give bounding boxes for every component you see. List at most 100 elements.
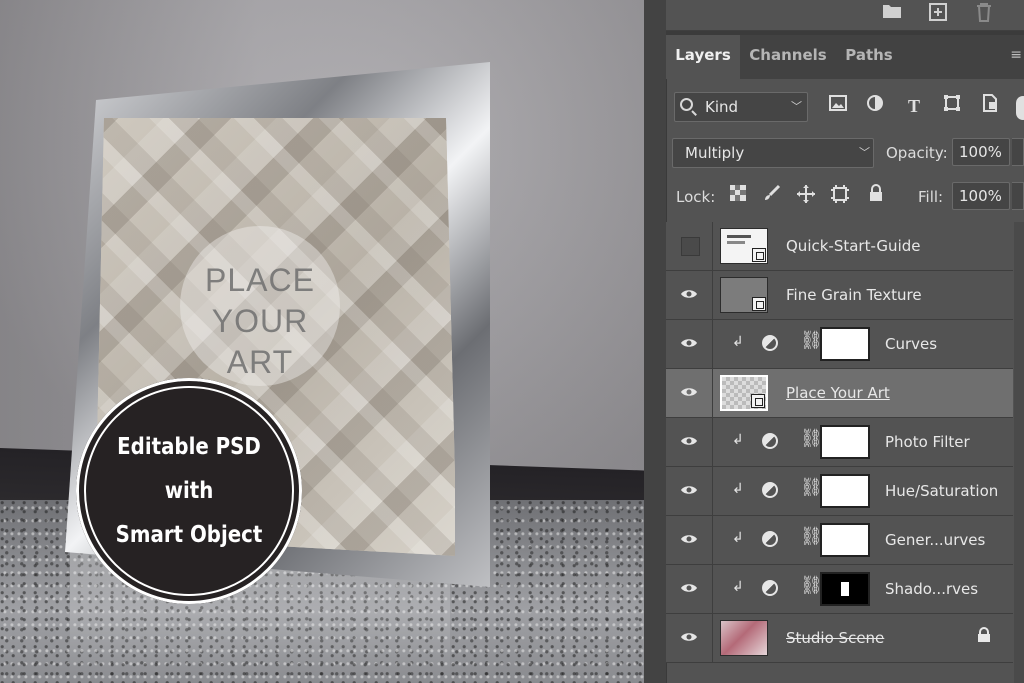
filter-shape-icon[interactable] bbox=[940, 94, 964, 118]
chevron-down-icon: ﹀ bbox=[859, 146, 870, 159]
blend-mode-value: Multiply bbox=[685, 144, 745, 162]
layer-mask-thumbnail[interactable] bbox=[820, 572, 870, 606]
layer-mask-thumbnail[interactable] bbox=[820, 425, 870, 459]
placeholder-text-line: YOUR bbox=[211, 303, 309, 339]
layer-name[interactable]: Photo Filter bbox=[885, 433, 970, 451]
visibility-toggle[interactable] bbox=[666, 222, 713, 270]
layer-thumbnail bbox=[720, 228, 768, 264]
search-icon bbox=[680, 98, 693, 111]
placeholder-text-line: PLACE bbox=[205, 262, 315, 298]
panel-menu-icon[interactable]: ≡ bbox=[1010, 47, 1022, 63]
eye-icon bbox=[681, 486, 697, 494]
adjustment-layer-icon bbox=[762, 433, 778, 449]
smart-object-icon bbox=[752, 297, 766, 311]
badge-text-line: Smart Object bbox=[115, 522, 263, 548]
layer-row-place-your-art[interactable]: Place Your Art bbox=[666, 369, 1013, 418]
layer-thumbnail bbox=[720, 277, 768, 313]
visibility-off-box bbox=[681, 237, 700, 256]
layer-mask-thumbnail[interactable] bbox=[820, 474, 870, 508]
eye-icon bbox=[681, 535, 697, 543]
layer-name[interactable]: Gener...urves bbox=[885, 531, 985, 549]
filter-type-icon[interactable]: T bbox=[902, 94, 926, 118]
visibility-toggle[interactable] bbox=[666, 369, 713, 417]
clipping-mask-icon: ↲ bbox=[732, 432, 744, 448]
trash-icon[interactable] bbox=[974, 2, 994, 22]
layer-name[interactable]: Fine Grain Texture bbox=[786, 286, 922, 304]
eye-icon bbox=[681, 584, 697, 592]
adjustment-layer-icon bbox=[762, 580, 778, 596]
filter-pixel-icon[interactable] bbox=[826, 94, 850, 118]
layer-row-hue-saturation[interactable]: ↲ ⛓ Hue/Saturation bbox=[666, 467, 1013, 516]
layer-row-quick-start-guide[interactable]: Quick-Start-Guide bbox=[666, 222, 1013, 271]
opacity-label: Opacity: bbox=[886, 144, 948, 162]
panel-tabs: Layers Channels Paths ≡ bbox=[666, 35, 1024, 79]
layer-row-general-curves[interactable]: ↲ ⛓ Gener...urves bbox=[666, 516, 1013, 565]
lock-artboard-icon[interactable] bbox=[828, 184, 852, 208]
fill-input[interactable]: 100% bbox=[952, 182, 1010, 210]
chevron-down-icon: ﹀ bbox=[791, 100, 802, 113]
filter-smart-object-icon[interactable] bbox=[978, 94, 1002, 118]
clipping-mask-icon: ↲ bbox=[732, 530, 744, 546]
adjustment-layer-icon bbox=[762, 335, 778, 351]
badge-text-line: with bbox=[164, 478, 214, 504]
layer-name[interactable]: Shado...rves bbox=[885, 580, 978, 598]
tab-paths[interactable]: Paths bbox=[836, 35, 902, 79]
folder-icon[interactable] bbox=[882, 2, 902, 22]
layer-name[interactable]: Studio Scene bbox=[786, 629, 884, 647]
fill-label: Fill: bbox=[918, 188, 944, 206]
filter-adjustment-icon[interactable] bbox=[863, 94, 887, 118]
lock-position-icon[interactable] bbox=[794, 184, 818, 208]
layer-filter-select[interactable]: Kind ﹀ bbox=[674, 92, 808, 122]
layer-thumbnail bbox=[720, 375, 768, 411]
eye-icon bbox=[681, 437, 697, 445]
eye-icon bbox=[681, 339, 697, 347]
visibility-toggle[interactable] bbox=[666, 320, 713, 368]
adjustment-layer-icon bbox=[762, 482, 778, 498]
layer-row-shadow-curves[interactable]: ↲ ⛓ Shado...rves bbox=[666, 565, 1013, 614]
tab-layers[interactable]: Layers bbox=[666, 35, 740, 79]
lock-all-icon[interactable] bbox=[864, 184, 888, 208]
adjustment-layer-icon bbox=[762, 531, 778, 547]
layer-row-studio-scene[interactable]: Studio Scene bbox=[666, 614, 1013, 663]
layer-thumbnail bbox=[720, 620, 768, 656]
opacity-input[interactable]: 100% bbox=[952, 138, 1010, 166]
visibility-toggle[interactable] bbox=[666, 614, 713, 662]
layer-name[interactable]: Curves bbox=[885, 335, 937, 353]
visibility-toggle[interactable] bbox=[666, 565, 713, 613]
badge-text-line: Editable PSD bbox=[117, 434, 261, 460]
blend-mode-select[interactable]: Multiply ﹀ bbox=[672, 138, 874, 168]
clipping-mask-icon: ↲ bbox=[732, 481, 744, 497]
layers-scrollbar[interactable] bbox=[1014, 222, 1024, 683]
fill-dropdown-button[interactable] bbox=[1012, 182, 1024, 210]
eye-icon bbox=[681, 633, 697, 641]
new-layer-icon[interactable] bbox=[928, 2, 948, 22]
filter-toggle-icon[interactable] bbox=[1016, 96, 1024, 120]
layer-lock-icon bbox=[977, 627, 991, 647]
layer-name[interactable]: Place Your Art bbox=[786, 384, 890, 402]
visibility-toggle[interactable] bbox=[666, 516, 713, 564]
layer-mask-thumbnail[interactable] bbox=[820, 327, 870, 361]
tab-channels[interactable]: Channels bbox=[742, 35, 834, 79]
clipping-mask-icon: ↲ bbox=[732, 579, 744, 595]
visibility-toggle[interactable] bbox=[666, 418, 713, 466]
visibility-toggle[interactable] bbox=[666, 271, 713, 319]
visibility-toggle[interactable] bbox=[666, 467, 713, 515]
layer-name[interactable]: Hue/Saturation bbox=[885, 482, 998, 500]
layer-row-photo-filter[interactable]: ↲ ⛓ Photo Filter bbox=[666, 418, 1013, 467]
clipping-mask-icon: ↲ bbox=[732, 334, 744, 350]
placeholder-text-line: ART bbox=[226, 344, 294, 380]
opacity-dropdown-button[interactable] bbox=[1012, 138, 1024, 166]
layer-row-curves[interactable]: ↲ ⛓ Curves bbox=[666, 320, 1013, 369]
eye-icon bbox=[681, 388, 697, 396]
layers-panel: Layers Channels Paths ≡ Kind ﹀ T Multipl… bbox=[644, 0, 1024, 683]
layer-name[interactable]: Quick-Start-Guide bbox=[786, 237, 920, 255]
panel-dock-edge bbox=[644, 0, 667, 683]
eye-icon bbox=[681, 290, 697, 298]
layer-mask-thumbnail[interactable] bbox=[820, 523, 870, 557]
layer-filter-label: Kind bbox=[705, 98, 739, 116]
lock-image-pixels-icon[interactable] bbox=[760, 184, 784, 208]
mockup-scene: PLACE YOUR ART Editable PSD with Smart O… bbox=[0, 0, 644, 683]
lock-transparent-pixels-icon[interactable] bbox=[726, 184, 750, 208]
layer-row-fine-grain-texture[interactable]: Fine Grain Texture bbox=[666, 271, 1013, 320]
smart-object-icon bbox=[751, 394, 765, 408]
